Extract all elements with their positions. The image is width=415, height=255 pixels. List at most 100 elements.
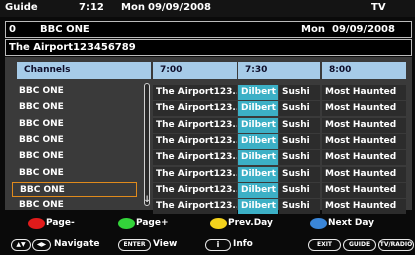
info-channel-number: 0 xyxy=(9,24,16,35)
program-cell-airport[interactable]: The Airport123... xyxy=(153,199,237,214)
program-title-text: Most Haunted xyxy=(325,136,397,146)
info-key-button[interactable]: i xyxy=(205,239,231,251)
program-cell-airport[interactable]: The Airport123... xyxy=(153,134,237,149)
program-title-text: Dilbert xyxy=(241,152,276,162)
navigate-label: Navigate xyxy=(54,239,100,249)
program-cell-most-haunted[interactable]: Most Haunted xyxy=(322,150,406,165)
channels-column-header: Channels xyxy=(17,62,151,79)
program-cell-airport[interactable]: The Airport123... xyxy=(153,101,237,116)
nav-up-down-key-icon[interactable]: ▲▼ xyxy=(11,239,31,251)
channel-list-item[interactable]: BBC ONE xyxy=(12,133,137,148)
program-title-text: Sushi xyxy=(282,87,310,97)
program-title-text: Most Haunted xyxy=(325,152,397,162)
nav-left-right-key-icon[interactable]: ◀▶ xyxy=(32,239,51,251)
program-title-text: The Airport123... xyxy=(156,120,237,130)
channel-list-item[interactable]: BBC ONE xyxy=(12,149,137,164)
program-title-text: Sushi xyxy=(282,152,310,162)
header-time: 7:12 xyxy=(79,2,104,13)
program-cell-sushi[interactable]: Sushi xyxy=(279,167,320,182)
program-title-text: Most Haunted xyxy=(325,185,397,195)
exit-key-button[interactable]: EXIT xyxy=(308,239,341,251)
legend-label: Page+ xyxy=(136,218,169,228)
program-title-text: Sushi xyxy=(282,169,310,179)
program-cell-sushi[interactable]: Sushi xyxy=(279,150,320,165)
program-cell-dilbert[interactable]: Dilbert xyxy=(238,199,278,214)
program-title-text: The Airport123... xyxy=(156,169,237,179)
program-title-text: The Airport123... xyxy=(156,201,237,211)
channel-list-item[interactable]: BBC ONE xyxy=(12,182,137,197)
channel-list-item[interactable]: BBC ONE xyxy=(12,84,137,99)
program-cell-most-haunted[interactable]: Most Haunted xyxy=(322,85,406,100)
program-cell-airport[interactable]: The Airport123... xyxy=(153,118,237,133)
program-title-text: Sushi xyxy=(282,185,310,195)
channel-list-item[interactable]: BBC ONE xyxy=(12,166,137,181)
header-bar: Guide 7:12 Mon 09/09/2008 TV xyxy=(0,0,415,17)
legend-prev-day[interactable]: Prev.Day xyxy=(210,218,290,230)
blue-button-icon xyxy=(310,218,327,229)
time-slot-header-1: 7:00 xyxy=(153,62,237,79)
info-date: 09/09/2008 xyxy=(332,24,395,35)
program-cell-most-haunted[interactable]: Most Haunted xyxy=(322,167,406,182)
program-title-text: Most Haunted xyxy=(325,201,397,211)
time-slot-header-2: 7:30 xyxy=(238,62,320,79)
program-title-text: Dilbert xyxy=(241,185,276,195)
program-cell-most-haunted[interactable]: Most Haunted xyxy=(322,101,406,116)
header-day: Mon xyxy=(121,2,145,13)
yellow-button-icon xyxy=(210,218,227,229)
program-title-text: The Airport123... xyxy=(156,136,237,146)
legend-page-up[interactable]: Page+ xyxy=(118,218,188,230)
program-title-text: Dilbert xyxy=(241,120,276,130)
program-title-text: Most Haunted xyxy=(325,87,397,97)
program-title-text: The Airport123... xyxy=(156,152,237,162)
program-cell-airport[interactable]: The Airport123... xyxy=(153,85,237,100)
channel-list-scrollbar[interactable] xyxy=(144,83,150,206)
program-cell-dilbert[interactable]: Dilbert xyxy=(238,101,278,116)
program-title-text: Most Haunted xyxy=(325,103,397,113)
program-cell-airport[interactable]: The Airport123... xyxy=(153,150,237,165)
info-channel-name: BBC ONE xyxy=(40,24,90,35)
program-cell-dilbert[interactable]: Dilbert xyxy=(238,150,278,165)
view-label: View xyxy=(153,239,178,249)
enter-key-button[interactable]: ENTER xyxy=(118,239,151,251)
channel-list-item[interactable]: BBC ONE xyxy=(12,117,137,132)
program-cell-sushi[interactable]: Sushi xyxy=(279,118,320,133)
time-slot-header-3: 8:00 xyxy=(322,62,406,79)
program-cell-most-haunted[interactable]: Most Haunted xyxy=(322,118,406,133)
program-cell-sushi[interactable]: Sushi xyxy=(279,101,320,116)
program-cell-sushi[interactable]: Sushi xyxy=(279,85,320,100)
tv-radio-key-button[interactable]: TV/RADIO xyxy=(378,239,414,251)
program-title: The Airport123456789 xyxy=(9,42,136,53)
program-cell-dilbert[interactable]: Dilbert xyxy=(238,118,278,133)
program-cell-airport[interactable]: The Airport123... xyxy=(153,167,237,182)
channel-list-item[interactable]: BBC ONE xyxy=(12,100,137,115)
guide-key-button[interactable]: GUIDE xyxy=(343,239,376,251)
program-cell-dilbert[interactable]: Dilbert xyxy=(238,167,278,182)
program-title-text: Dilbert xyxy=(241,87,276,97)
program-cell-sushi[interactable]: Sushi xyxy=(279,199,320,214)
program-title-text: The Airport123... xyxy=(156,87,237,97)
green-button-icon xyxy=(118,218,135,229)
program-cell-dilbert[interactable]: Dilbert xyxy=(238,183,278,198)
program-cell-dilbert[interactable]: Dilbert xyxy=(238,85,278,100)
program-cell-sushi[interactable]: Sushi xyxy=(279,134,320,149)
program-cell-airport[interactable]: The Airport123... xyxy=(153,183,237,198)
program-cell-sushi[interactable]: Sushi xyxy=(279,183,320,198)
program-title-text: Sushi xyxy=(282,120,310,130)
channel-info-bar: 0 BBC ONE Mon 09/09/2008 xyxy=(5,21,412,38)
header-date: 09/09/2008 xyxy=(148,2,211,13)
scroll-down-arrow-icon[interactable]: ↓ xyxy=(140,195,154,205)
red-button-icon xyxy=(28,218,45,229)
info-label: Info xyxy=(233,239,253,249)
channel-name: BBC ONE xyxy=(19,102,64,112)
program-title-text: Dilbert xyxy=(241,103,276,113)
legend-page-down[interactable]: Page- xyxy=(28,218,98,230)
program-cell-most-haunted[interactable]: Most Haunted xyxy=(322,183,406,198)
legend-next-day[interactable]: Next Day xyxy=(310,218,390,230)
program-cell-dilbert[interactable]: Dilbert xyxy=(238,134,278,149)
channel-name: BBC ONE xyxy=(19,119,64,129)
program-cell-most-haunted[interactable]: Most Haunted xyxy=(322,199,406,214)
channel-list-item[interactable]: BBC ONE xyxy=(12,198,137,213)
program-title-text: Sushi xyxy=(282,103,310,113)
program-cell-most-haunted[interactable]: Most Haunted xyxy=(322,134,406,149)
program-title-bar: The Airport123456789 xyxy=(5,39,412,56)
